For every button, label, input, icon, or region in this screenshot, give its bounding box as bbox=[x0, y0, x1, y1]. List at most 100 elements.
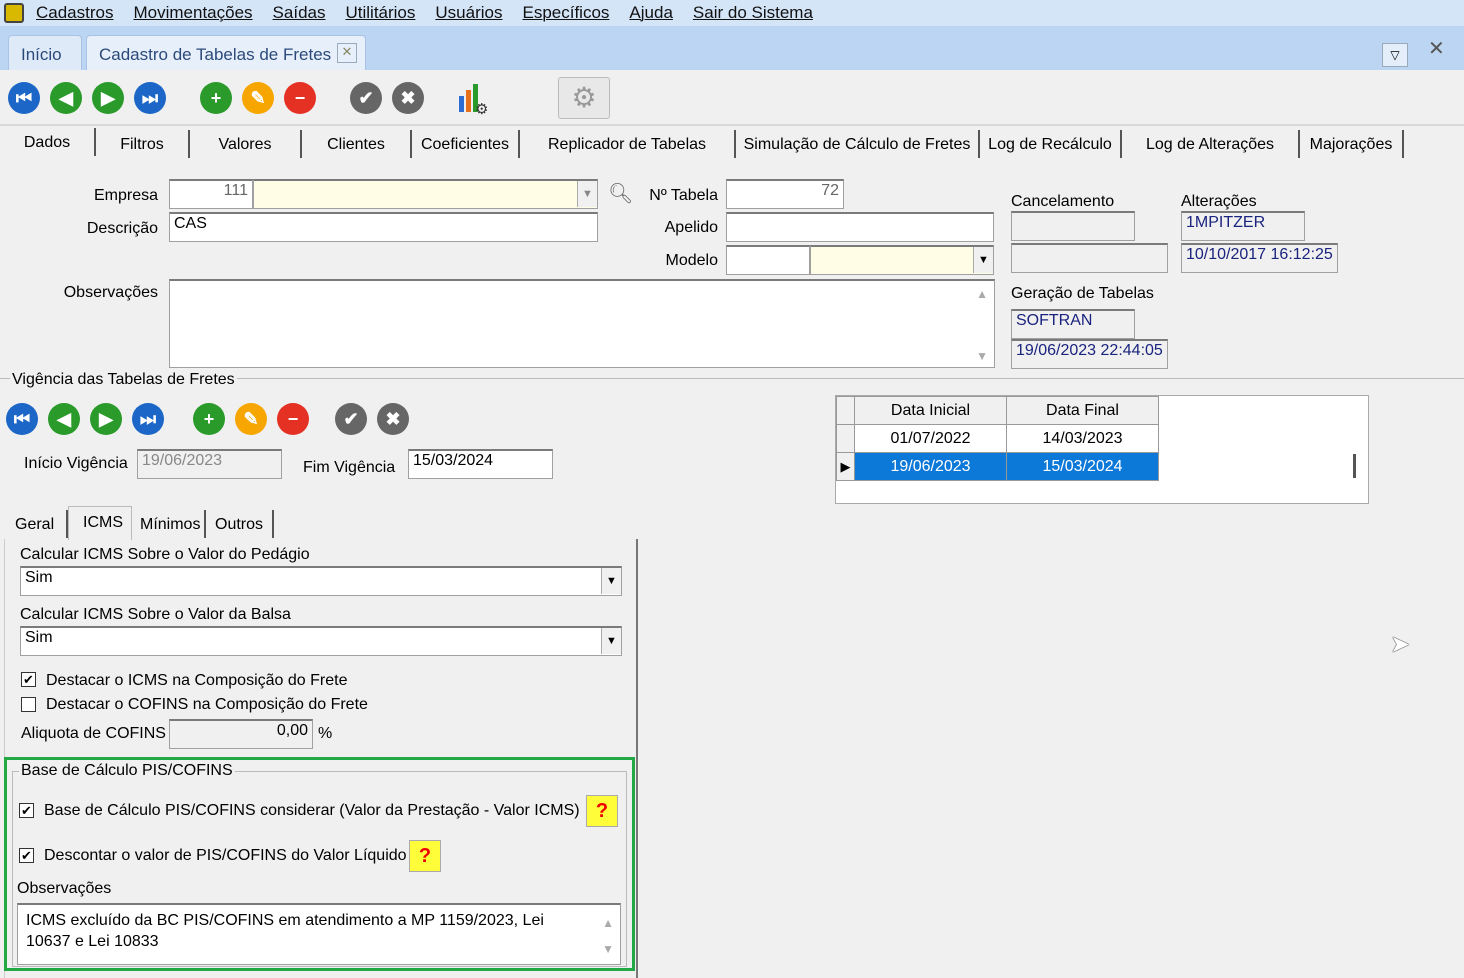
dropdown-icon[interactable]: ▽ bbox=[1382, 43, 1408, 67]
chart-settings-icon[interactable]: ⚙ bbox=[455, 82, 489, 118]
tab-replicador[interactable]: Replicador de Tabelas bbox=[520, 130, 736, 158]
chevron-down-icon: ▼ bbox=[601, 628, 621, 654]
tab-label: Início bbox=[21, 45, 62, 64]
base-calculo-checkbox[interactable]: ✔ bbox=[19, 803, 34, 818]
first-record-icon[interactable]: ⏮ bbox=[8, 82, 40, 114]
menu-cadastros[interactable]: Cadastros bbox=[36, 3, 113, 23]
tab-clientes[interactable]: Clientes bbox=[302, 130, 412, 158]
tab-dados[interactable]: Dados bbox=[0, 128, 96, 156]
destacar-icms-label: Destacar o ICMS na Composição do Frete bbox=[46, 672, 348, 689]
tab-majoracoes[interactable]: Majorações bbox=[1300, 130, 1404, 158]
scroll-down-icon[interactable]: ▼ bbox=[602, 939, 614, 960]
confirm-icon[interactable]: ✔ bbox=[350, 82, 382, 114]
pis-observacoes-textarea[interactable]: ICMS excluído da BC PIS/COFINS em atendi… bbox=[17, 903, 621, 965]
delete-icon[interactable]: − bbox=[284, 82, 316, 114]
last-record-icon[interactable]: ⏭ bbox=[134, 82, 166, 114]
toolbar: ⏮ ◀ ▶ ⏭ + ✎ − ✔ ✖ ⚙ ⚙ bbox=[0, 70, 1464, 126]
subtab-icms[interactable]: ICMS bbox=[68, 506, 132, 540]
empresa-code-input[interactable]: 111 bbox=[169, 179, 253, 209]
scroll-up-icon[interactable]: ▲ bbox=[976, 287, 988, 301]
menu-movimentacoes[interactable]: Movimentações bbox=[133, 3, 252, 23]
tab-label: Cadastro de Tabelas de Fretes bbox=[99, 45, 332, 64]
alteracoes-user: 1MPITZER bbox=[1181, 211, 1305, 241]
aliquota-input[interactable]: 0,00 bbox=[169, 719, 313, 749]
close-icon[interactable]: ✕ bbox=[337, 43, 357, 63]
menu-sair[interactable]: Sair do Sistema bbox=[693, 3, 813, 23]
modelo-code-input[interactable] bbox=[726, 245, 810, 275]
next-record-icon[interactable]: ▶ bbox=[90, 403, 122, 435]
confirm-icon[interactable]: ✔ bbox=[335, 403, 367, 435]
percent-label: % bbox=[318, 725, 333, 742]
edit-icon[interactable]: ✎ bbox=[235, 403, 267, 435]
scroll-down-icon[interactable]: ▼ bbox=[976, 349, 988, 363]
pedagio-select[interactable]: Sim ▼ bbox=[20, 566, 622, 596]
tab-inicio[interactable]: Início bbox=[8, 35, 82, 70]
previous-record-icon[interactable]: ◀ bbox=[50, 82, 82, 114]
last-record-icon[interactable]: ⏭ bbox=[132, 403, 164, 435]
destacar-cofins-checkbox[interactable] bbox=[21, 697, 36, 712]
first-record-icon[interactable]: ⏮ bbox=[6, 403, 38, 435]
select-value: Sim bbox=[25, 569, 53, 586]
table-row-selected[interactable]: ▶ 19/06/2023 15/03/2024 bbox=[836, 452, 1159, 481]
cell: 19/06/2023 bbox=[854, 452, 1007, 481]
balsa-select[interactable]: Sim ▼ bbox=[20, 626, 622, 656]
ntabela-input[interactable]: 72 bbox=[726, 179, 844, 209]
tab-log-alteracoes[interactable]: Log de Alterações bbox=[1122, 130, 1300, 158]
scroll-up-icon[interactable]: ▲ bbox=[602, 913, 614, 934]
tab-label: Clientes bbox=[327, 136, 385, 153]
tab-simulacao[interactable]: Simulação de Cálculo de Fretes bbox=[736, 130, 980, 158]
delete-icon[interactable]: − bbox=[277, 403, 309, 435]
add-icon[interactable]: + bbox=[193, 403, 225, 435]
menu-saidas[interactable]: Saídas bbox=[273, 3, 326, 23]
previous-record-icon[interactable]: ◀ bbox=[48, 403, 80, 435]
empresa-select[interactable]: ▼ bbox=[253, 179, 598, 209]
row-header bbox=[836, 396, 855, 425]
menu-especificos[interactable]: Específicos bbox=[522, 3, 609, 23]
scrollbar[interactable] bbox=[1353, 454, 1356, 478]
descricao-label: Descrição bbox=[86, 220, 158, 237]
descontar-checkbox[interactable]: ✔ bbox=[19, 848, 34, 863]
subtab-minimos[interactable]: Mínimos bbox=[134, 510, 206, 538]
menu-usuarios[interactable]: Usuários bbox=[435, 3, 502, 23]
cancelamento-user bbox=[1011, 211, 1135, 241]
help-icon[interactable]: ? bbox=[586, 795, 618, 827]
help-icon[interactable]: ? bbox=[409, 840, 441, 872]
table-row[interactable]: 01/07/2022 14/03/2023 bbox=[836, 424, 1159, 453]
tab-cadastro-fretes[interactable]: Cadastro de Tabelas de Fretes ✕ bbox=[86, 35, 366, 70]
subtab-geral[interactable]: Geral bbox=[8, 510, 68, 538]
apelido-label: Apelido bbox=[664, 219, 718, 236]
cancel-icon[interactable]: ✖ bbox=[392, 82, 424, 114]
subtab-outros[interactable]: Outros bbox=[206, 510, 274, 538]
inicio-vigencia-input[interactable]: 19/06/2023 bbox=[137, 449, 282, 479]
fim-vigencia-input[interactable]: 15/03/2024 bbox=[408, 449, 553, 479]
cell: 14/03/2023 bbox=[1006, 424, 1159, 453]
destacar-icms-checkbox[interactable]: ✔ bbox=[21, 672, 36, 687]
menu-utilitarios[interactable]: Utilitários bbox=[345, 3, 415, 23]
destacar-cofins-label: Destacar o COFINS na Composição do Frete bbox=[46, 696, 368, 713]
cancel-icon[interactable]: ✖ bbox=[377, 403, 409, 435]
vigencia-title: Vigência das Tabelas de Fretes bbox=[10, 371, 237, 389]
tab-valores[interactable]: Valores bbox=[190, 130, 302, 158]
unpin-icon[interactable]: ✕ bbox=[1428, 36, 1445, 61]
apelido-input[interactable] bbox=[726, 212, 994, 242]
observacoes-textarea[interactable]: ▲ ▼ bbox=[169, 279, 995, 368]
tab-log-recalculo[interactable]: Log de Recálculo bbox=[980, 130, 1122, 158]
menu-ajuda[interactable]: Ajuda bbox=[629, 3, 672, 23]
tab-coeficientes[interactable]: Coeficientes bbox=[412, 130, 520, 158]
search-icon[interactable]: 🔍︎ bbox=[608, 181, 633, 206]
descricao-input[interactable]: CAS bbox=[169, 212, 598, 242]
empresa-label: Empresa bbox=[93, 187, 158, 204]
next-record-icon[interactable]: ▶ bbox=[92, 82, 124, 114]
edit-icon[interactable]: ✎ bbox=[242, 82, 274, 114]
tab-filtros[interactable]: Filtros bbox=[96, 130, 190, 158]
tab-label: Dados bbox=[23, 134, 71, 151]
row-indicator bbox=[836, 424, 855, 453]
settings-gear-icon[interactable]: ⚙ bbox=[558, 77, 610, 119]
add-icon[interactable]: + bbox=[200, 82, 232, 114]
chevron-down-icon: ▼ bbox=[601, 568, 621, 594]
modelo-select[interactable]: ▼ bbox=[810, 245, 994, 275]
column-header[interactable]: Data Final bbox=[1006, 396, 1159, 425]
aliquota-label: Aliquota de COFINS bbox=[21, 725, 166, 742]
column-header[interactable]: Data Inicial bbox=[854, 396, 1007, 425]
chevron-down-icon: ▼ bbox=[973, 247, 993, 273]
